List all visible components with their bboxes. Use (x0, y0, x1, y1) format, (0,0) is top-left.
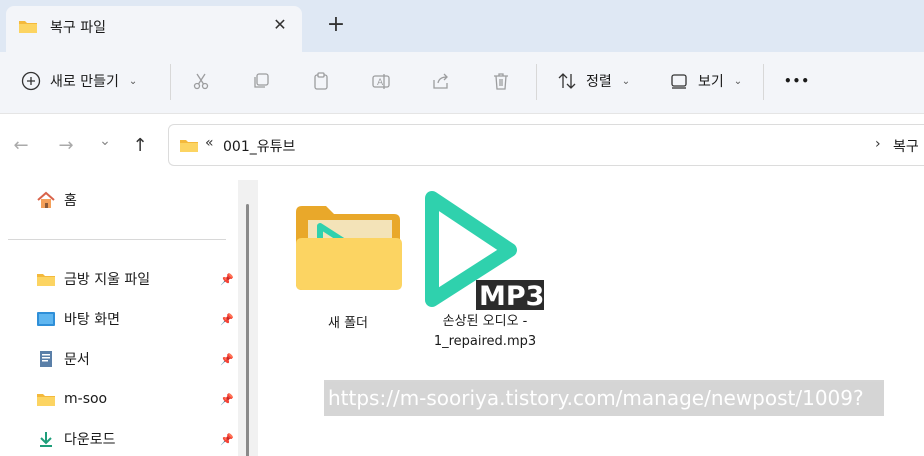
new-tab-button[interactable]: + (325, 14, 347, 36)
back-arrow-icon[interactable]: ← (10, 134, 32, 156)
breadcrumb-separator-icon[interactable]: › (875, 136, 881, 152)
sidebar-item-desktop[interactable]: 바탕 화면 (36, 307, 120, 331)
trash-icon (490, 70, 512, 92)
breadcrumb-recovery[interactable]: 복구 (893, 136, 919, 156)
pin-icon[interactable]: 📌 (220, 273, 234, 287)
tab-title: 복구 파일 (50, 20, 106, 36)
url-watermark: https://m-sooriya.tistory.com/manage/new… (324, 380, 884, 416)
pin-icon[interactable]: 📌 (220, 313, 234, 327)
new-button[interactable]: 새로 만들기 ⌄ (20, 66, 137, 96)
sidebar-item-documents[interactable]: 문서 (36, 347, 90, 371)
sidebar-item-m-soo[interactable]: m-soo (36, 387, 107, 411)
cut-button[interactable] (190, 66, 212, 96)
pin-icon[interactable]: 📌 (220, 433, 234, 447)
navigation-bar: ← → ⌄ ↑ « 001_유튜브 › 복구 (0, 114, 924, 176)
sidebar-item-home[interactable]: 홈 (36, 188, 77, 212)
sidebar-item-label: 금방 지울 파일 (64, 272, 151, 288)
sidebar-item-label: 다운로드 (64, 432, 116, 448)
clipboard-icon (310, 70, 332, 92)
mp3-play-icon: MP3 (420, 188, 550, 312)
up-arrow-icon[interactable]: ↑ (129, 134, 151, 156)
share-icon (430, 70, 452, 92)
sort-button-label: 정렬 (586, 74, 612, 90)
view-layout-icon (668, 70, 690, 92)
home-icon (36, 191, 56, 209)
more-options-button[interactable]: ••• (784, 66, 810, 96)
svg-text:A: A (377, 78, 384, 88)
delete-button[interactable] (490, 66, 512, 96)
breadcrumb-overflow-icon[interactable]: « (205, 135, 214, 151)
breadcrumb-youtube[interactable]: 001_유튜브 (223, 136, 295, 156)
scrollbar-thumb[interactable] (246, 204, 249, 456)
pin-icon[interactable]: 📌 (220, 393, 234, 407)
sidebar-item-label: 홈 (64, 193, 77, 209)
new-button-label: 새로 만들기 (50, 74, 119, 90)
mp3-badge: MP3 (479, 281, 544, 312)
folder-icon (36, 270, 56, 288)
command-toolbar: 새로 만들기 ⌄ A 정렬 ⌄ 보기 ⌄ ••• (0, 52, 924, 114)
chevron-down-icon: ⌄ (128, 75, 138, 87)
file-name-line2: 1_repaired.mp3 (433, 334, 537, 349)
download-icon (36, 430, 56, 448)
file-name-line1: 손상된 오디오 - (442, 314, 528, 329)
folder-icon (18, 18, 38, 34)
desktop-icon (36, 310, 56, 328)
sort-icon (556, 70, 578, 92)
plus-circle-icon (20, 70, 42, 92)
sidebar-scrollbar[interactable] (238, 180, 258, 456)
address-bar[interactable]: « 001_유튜브 › 복구 (168, 124, 924, 166)
chevron-down-icon: ⌄ (621, 75, 631, 87)
rename-button[interactable]: A (370, 66, 392, 96)
tab-recovery-files[interactable]: 복구 파일 ✕ (6, 6, 302, 52)
title-bar: 복구 파일 ✕ + (0, 0, 924, 52)
sidebar-item-label: 바탕 화면 (64, 312, 120, 328)
view-button-label: 보기 (698, 74, 724, 90)
navigation-pane: 홈 금방 지울 파일 📌 바탕 화면 📌 문서 📌 m-soo 📌 다운로드 � (0, 176, 258, 456)
scissors-icon (190, 70, 212, 92)
copy-button[interactable] (250, 66, 272, 96)
file-item-label: 손상된 오디오 - 1_repaired.mp3 (418, 312, 552, 352)
recent-locations-chevron-icon[interactable]: ⌄ (94, 130, 116, 152)
folder-icon (36, 390, 56, 408)
folder-icon (179, 137, 199, 153)
file-item-label: 새 폴더 (327, 316, 368, 331)
sort-button[interactable]: 정렬 ⌄ (556, 66, 630, 96)
copy-icon (250, 70, 272, 92)
chevron-down-icon: ⌄ (733, 75, 743, 87)
sidebar-divider (8, 239, 226, 240)
folder-with-media-icon (294, 204, 402, 292)
view-button[interactable]: 보기 ⌄ (668, 66, 742, 96)
file-list-pane: 새 폴더 MP3 손상된 오디오 - 1_repaired.mp3 https:… (258, 176, 924, 456)
rename-icon: A (370, 70, 392, 92)
close-icon[interactable]: ✕ (270, 15, 290, 35)
toolbar-divider (763, 64, 764, 100)
sidebar-item-temp-files[interactable]: 금방 지울 파일 (36, 267, 150, 291)
pin-icon[interactable]: 📌 (220, 353, 234, 367)
sidebar-item-downloads[interactable]: 다운로드 (36, 427, 116, 451)
toolbar-divider (536, 64, 537, 100)
sidebar-item-label: 문서 (64, 352, 90, 368)
paste-button[interactable] (310, 66, 332, 96)
share-button[interactable] (430, 66, 452, 96)
sidebar-item-label: m-soo (64, 391, 108, 407)
document-icon (36, 350, 56, 368)
toolbar-divider (170, 64, 171, 100)
forward-arrow-icon[interactable]: → (55, 134, 77, 156)
